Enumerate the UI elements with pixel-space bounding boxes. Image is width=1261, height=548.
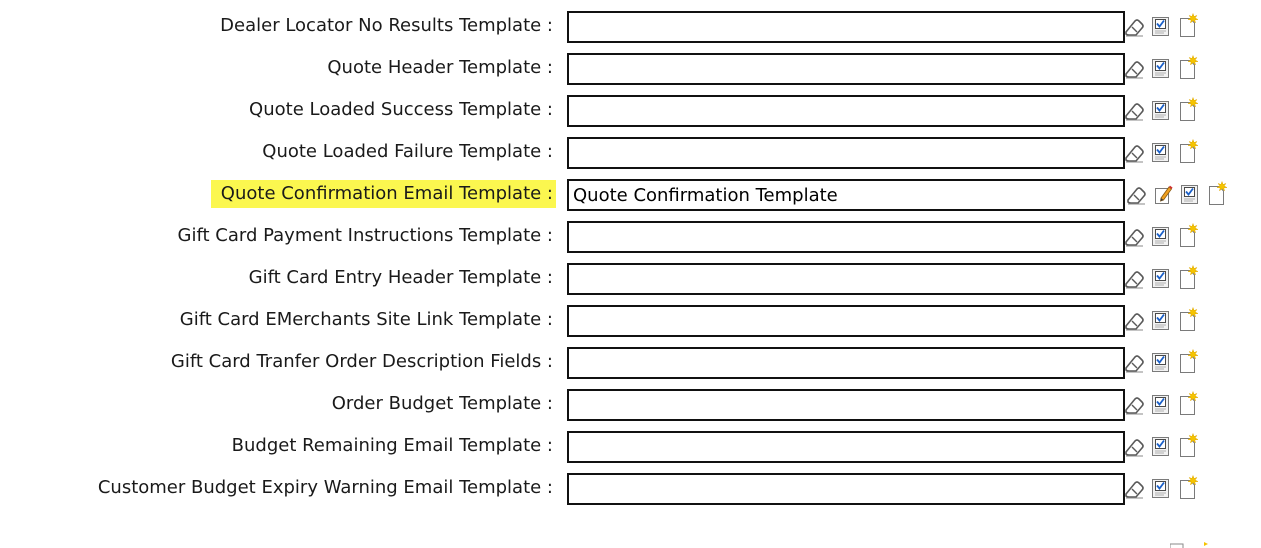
checkbox-edit-icon[interactable] (1150, 139, 1172, 165)
pencil-edit-icon[interactable] (1152, 181, 1174, 207)
checkbox-edit-icon[interactable] (1179, 181, 1201, 207)
template-field[interactable] (567, 305, 1125, 337)
eraser-icon[interactable] (1123, 97, 1145, 123)
eraser-icon[interactable] (1125, 181, 1147, 207)
eraser-icon[interactable] (1123, 13, 1145, 39)
template-field[interactable] (567, 95, 1125, 127)
template-field[interactable] (567, 347, 1125, 379)
checkbox-edit-icon[interactable] (1150, 265, 1172, 291)
template-row: Gift Card Entry Header Template : (0, 259, 1261, 301)
template-settings-form: Dealer Locator No Results Template : Quot… (0, 7, 1261, 511)
checkbox-edit-icon[interactable] (1150, 223, 1172, 249)
template-row: Budget Remaining Email Template : (0, 427, 1261, 469)
template-row: Order Budget Template : (0, 385, 1261, 427)
checkbox-edit-icon[interactable] (1150, 391, 1172, 417)
template-label: Customer Budget Expiry Warning Email Tem… (97, 477, 553, 498)
template-actions (1123, 263, 1204, 293)
template-field[interactable] (567, 473, 1125, 505)
checkbox-edit-icon[interactable] (1150, 307, 1172, 333)
new-document-icon[interactable] (1177, 391, 1199, 417)
template-row: Quote Loaded Success Template : (0, 91, 1261, 133)
template-row: Gift Card Tranfer Order Description Fiel… (0, 343, 1261, 385)
template-label: Gift Card EMerchants Site Link Template … (179, 309, 553, 330)
eraser-icon[interactable] (1123, 433, 1145, 459)
template-actions (1123, 431, 1204, 461)
template-label: Gift Card Entry Header Template : (248, 267, 553, 288)
new-document-icon[interactable] (1177, 349, 1199, 375)
template-label: Gift Card Payment Instructions Template … (177, 225, 553, 246)
template-actions (1125, 179, 1233, 209)
eraser-icon[interactable] (1123, 349, 1145, 375)
template-field[interactable] (567, 263, 1125, 295)
template-actions (1123, 137, 1204, 167)
eraser-icon[interactable] (1123, 223, 1145, 249)
template-field[interactable] (567, 53, 1125, 85)
template-actions (1123, 11, 1204, 41)
template-actions (1123, 347, 1204, 377)
template-row: Quote Header Template : (0, 49, 1261, 91)
partial-icon-row (1170, 542, 1220, 548)
template-field[interactable] (567, 431, 1125, 463)
new-document-icon[interactable] (1177, 97, 1199, 123)
template-label: Quote Header Template : (327, 57, 553, 78)
new-document-icon[interactable] (1177, 13, 1199, 39)
template-label: Quote Loaded Success Template : (249, 99, 553, 120)
template-label: Gift Card Tranfer Order Description Fiel… (170, 351, 553, 372)
template-label: Budget Remaining Email Template : (231, 435, 553, 456)
eraser-icon[interactable] (1123, 265, 1145, 291)
eraser-icon[interactable] (1123, 139, 1145, 165)
template-actions (1123, 53, 1204, 83)
template-actions (1123, 389, 1204, 419)
new-document-icon[interactable] (1177, 55, 1199, 81)
eraser-icon[interactable] (1123, 307, 1145, 333)
template-label: Dealer Locator No Results Template : (220, 15, 553, 36)
new-document-icon[interactable] (1206, 181, 1228, 207)
template-row: Quote Confirmation Email Template : (0, 175, 1261, 217)
template-row: Gift Card Payment Instructions Template … (0, 217, 1261, 259)
new-document-icon[interactable] (1177, 475, 1199, 501)
checkbox-edit-icon[interactable] (1150, 55, 1172, 81)
template-field[interactable] (567, 389, 1125, 421)
template-actions (1123, 95, 1204, 125)
template-row: Dealer Locator No Results Template : (0, 7, 1261, 49)
template-row: Gift Card EMerchants Site Link Template … (0, 301, 1261, 343)
template-row: Customer Budget Expiry Warning Email Tem… (0, 469, 1261, 511)
checkbox-edit-icon[interactable] (1150, 433, 1172, 459)
checkbox-edit-icon[interactable] (1150, 475, 1172, 501)
checkbox-edit-icon[interactable] (1150, 13, 1172, 39)
template-field[interactable] (567, 137, 1125, 169)
template-field[interactable] (567, 179, 1125, 211)
new-document-icon[interactable] (1177, 433, 1199, 459)
new-document-icon[interactable] (1177, 223, 1199, 249)
template-actions (1123, 221, 1204, 251)
template-label: Order Budget Template : (331, 393, 553, 414)
eraser-icon[interactable] (1123, 391, 1145, 417)
new-document-icon[interactable] (1177, 307, 1199, 333)
checkbox-edit-icon[interactable] (1150, 349, 1172, 375)
template-actions (1123, 305, 1204, 335)
template-actions (1123, 473, 1204, 503)
template-field[interactable] (567, 11, 1125, 43)
new-document-icon[interactable] (1177, 265, 1199, 291)
template-row: Quote Loaded Failure Template : (0, 133, 1261, 175)
template-label: Quote Loaded Failure Template : (262, 141, 553, 162)
template-field[interactable] (567, 221, 1125, 253)
eraser-icon[interactable] (1123, 55, 1145, 81)
new-document-icon[interactable] (1177, 139, 1199, 165)
template-label: Quote Confirmation Email Template : (210, 180, 556, 208)
eraser-icon[interactable] (1123, 475, 1145, 501)
checkbox-edit-icon[interactable] (1150, 97, 1172, 123)
